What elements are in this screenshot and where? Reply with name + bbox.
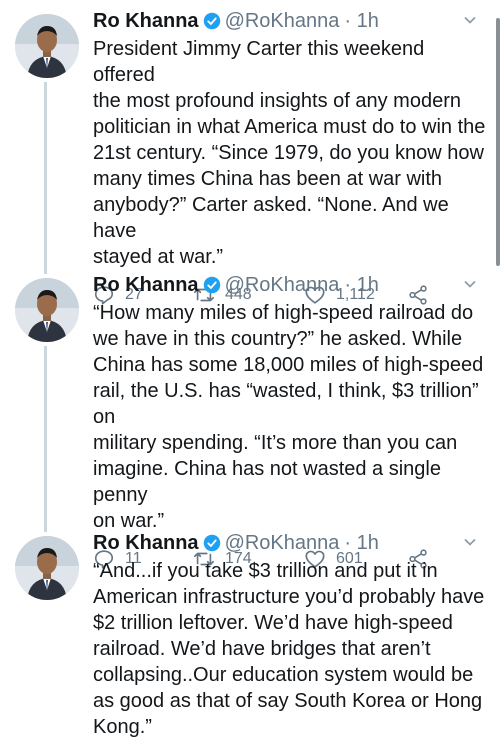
tweet-header: Ro Khanna @RoKhanna · 1h — [93, 8, 480, 34]
tweet-text: President Jimmy Carter this weekend offe… — [93, 38, 486, 268]
thread-line — [44, 346, 47, 532]
timestamp[interactable]: · 1h — [344, 272, 378, 298]
avatar-image — [15, 278, 79, 342]
thread-line — [44, 82, 47, 274]
verified-badge-icon — [203, 534, 220, 552]
author-handle[interactable]: @RoKhanna — [225, 530, 340, 556]
scrollbar[interactable] — [496, 18, 500, 266]
tweet-text: “And...if you take $3 trillion and put i… — [93, 560, 485, 738]
author-name[interactable]: Ro Khanna — [93, 272, 199, 298]
tweet-header: Ro Khanna @RoKhanna · 1h — [93, 530, 480, 556]
chevron-down-icon[interactable] — [462, 12, 478, 28]
author-handle[interactable]: @RoKhanna — [225, 272, 340, 298]
avatar[interactable] — [15, 14, 79, 78]
avatar-image — [15, 14, 79, 78]
author-name[interactable]: Ro Khanna — [93, 8, 199, 34]
chevron-down-icon[interactable] — [462, 534, 478, 550]
verified-badge-icon — [203, 276, 220, 294]
avatar-image — [15, 536, 79, 600]
author-handle[interactable]: @RoKhanna — [225, 8, 340, 34]
tweet-header: Ro Khanna @RoKhanna · 1h — [93, 272, 480, 298]
avatar[interactable] — [15, 536, 79, 600]
tweet-text: “How many miles of high-speed railroad d… — [93, 302, 484, 532]
timestamp[interactable]: · 1h — [344, 530, 378, 556]
author-name[interactable]: Ro Khanna — [93, 530, 199, 556]
avatar[interactable] — [15, 278, 79, 342]
verified-badge-icon — [203, 12, 220, 30]
timestamp[interactable]: · 1h — [344, 8, 378, 34]
chevron-down-icon[interactable] — [462, 276, 478, 292]
